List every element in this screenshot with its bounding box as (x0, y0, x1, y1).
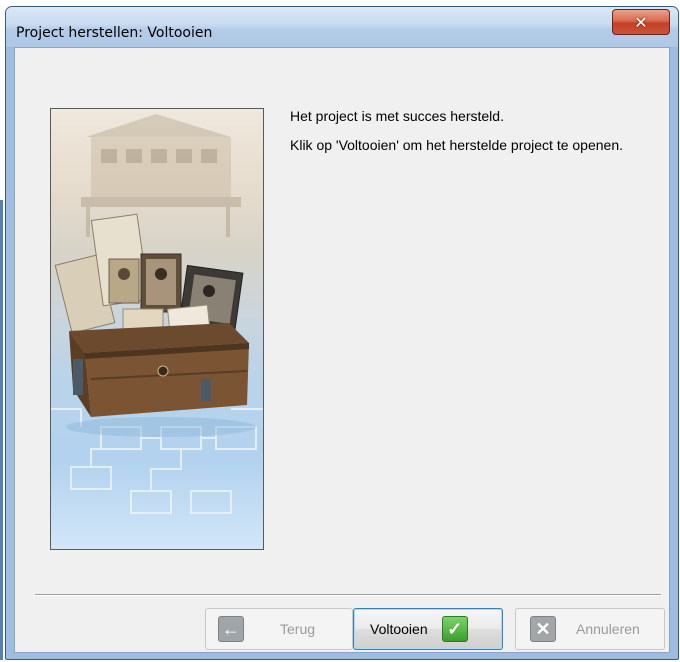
title-bar[interactable]: Project herstellen: Voltooien ✕ (6, 7, 678, 47)
dialog-body: Het project is met succes hersteld. Klik… (14, 47, 670, 653)
button-separator (35, 594, 661, 596)
memory-box-illustration (51, 114, 263, 514)
success-text: Het project is met succes hersteld. (290, 108, 504, 124)
instruction-text: Klik op 'Voltooien' om het herstelde pro… (290, 137, 624, 153)
wizard-side-image (50, 108, 264, 550)
back-button-label: Terug (280, 621, 316, 637)
finish-button-label: Voltooien (370, 621, 428, 637)
close-icon: ✕ (634, 12, 648, 32)
x-icon: ✕ (530, 616, 556, 642)
finish-button[interactable]: Voltooien ✓ (353, 608, 503, 650)
close-button[interactable]: ✕ (612, 9, 670, 35)
cancel-button[interactable]: ✕ Annuleren (515, 608, 665, 650)
cancel-button-label: Annuleren (576, 621, 640, 637)
window-title: Project herstellen: Voltooien (16, 25, 213, 41)
dialog-window: Project herstellen: Voltooien ✕ Het proj… (5, 6, 679, 660)
check-icon: ✓ (441, 616, 468, 642)
window-edge (0, 200, 3, 660)
back-button[interactable]: ← Terug (205, 608, 353, 650)
arrow-left-icon: ← (218, 616, 244, 642)
result-message: Het project is met succes hersteld. Klik… (290, 108, 650, 166)
